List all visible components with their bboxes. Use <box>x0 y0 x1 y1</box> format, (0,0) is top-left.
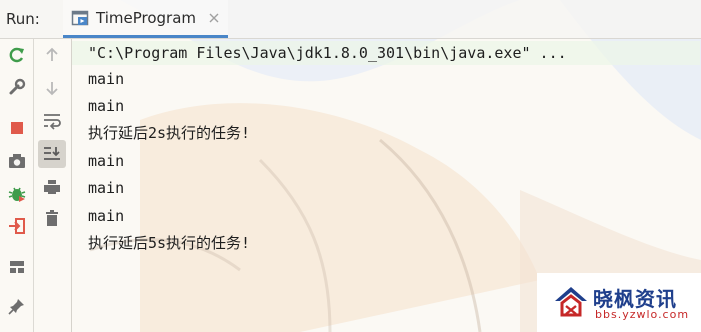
run-label: Run: <box>6 10 40 28</box>
watermark: 晓枫资讯 bbs.yzwlo.com <box>537 273 701 332</box>
rerun-icon <box>9 47 24 63</box>
exit-button[interactable] <box>5 214 29 238</box>
watermark-url: bbs.yzwlo.com <box>595 308 690 321</box>
left-toolbar <box>0 39 33 332</box>
debug-icon <box>8 187 26 202</box>
console-line: main <box>88 70 125 88</box>
print-button[interactable] <box>40 175 64 199</box>
previous-occurrence-button[interactable] <box>40 43 64 67</box>
stop-icon <box>11 122 23 134</box>
application-config-icon <box>71 10 89 25</box>
trash-icon <box>46 210 58 226</box>
layout-button[interactable] <box>5 255 29 279</box>
clear-all-button[interactable] <box>40 206 64 230</box>
settings-button[interactable] <box>5 75 29 99</box>
wrench-icon <box>9 78 26 95</box>
close-icon[interactable] <box>208 12 220 24</box>
camera-icon <box>9 154 25 168</box>
soft-wrap-icon <box>44 114 61 130</box>
tab-title: TimeProgram <box>96 8 196 27</box>
exit-icon <box>9 218 25 234</box>
scroll-to-end-button[interactable] <box>38 140 66 168</box>
up-arrow-icon <box>46 47 58 61</box>
soft-wrap-button[interactable] <box>40 109 64 133</box>
console-line: main <box>88 207 125 225</box>
down-arrow-icon <box>46 82 58 96</box>
rerun-button[interactable] <box>5 43 29 67</box>
scroll-to-end-icon <box>44 147 60 160</box>
console-line: 执行延后5s执行的任务! <box>88 234 251 252</box>
console-line: main <box>88 179 125 197</box>
print-icon <box>44 180 60 194</box>
console-line: 执行延后2s执行的任务! <box>88 124 251 142</box>
next-occurrence-button[interactable] <box>40 76 64 100</box>
console-line: main <box>88 97 125 115</box>
console-line-command: "C:\Program Files\Java\jdk1.8.0_301\bin\… <box>72 41 700 65</box>
pin-tab-button[interactable] <box>5 294 29 318</box>
pin-icon <box>8 299 24 315</box>
tab-timeprogram[interactable]: TimeProgram <box>63 0 228 38</box>
debug-button[interactable] <box>5 182 29 206</box>
console-toolbar <box>34 39 72 332</box>
run-tool-window-header: Run: TimeProgram <box>0 0 701 39</box>
layout-icon <box>10 261 24 273</box>
watermark-logo-icon <box>555 287 587 317</box>
stop-button[interactable] <box>5 116 29 140</box>
dump-threads-button[interactable] <box>5 149 29 173</box>
console-line: main <box>88 152 125 170</box>
